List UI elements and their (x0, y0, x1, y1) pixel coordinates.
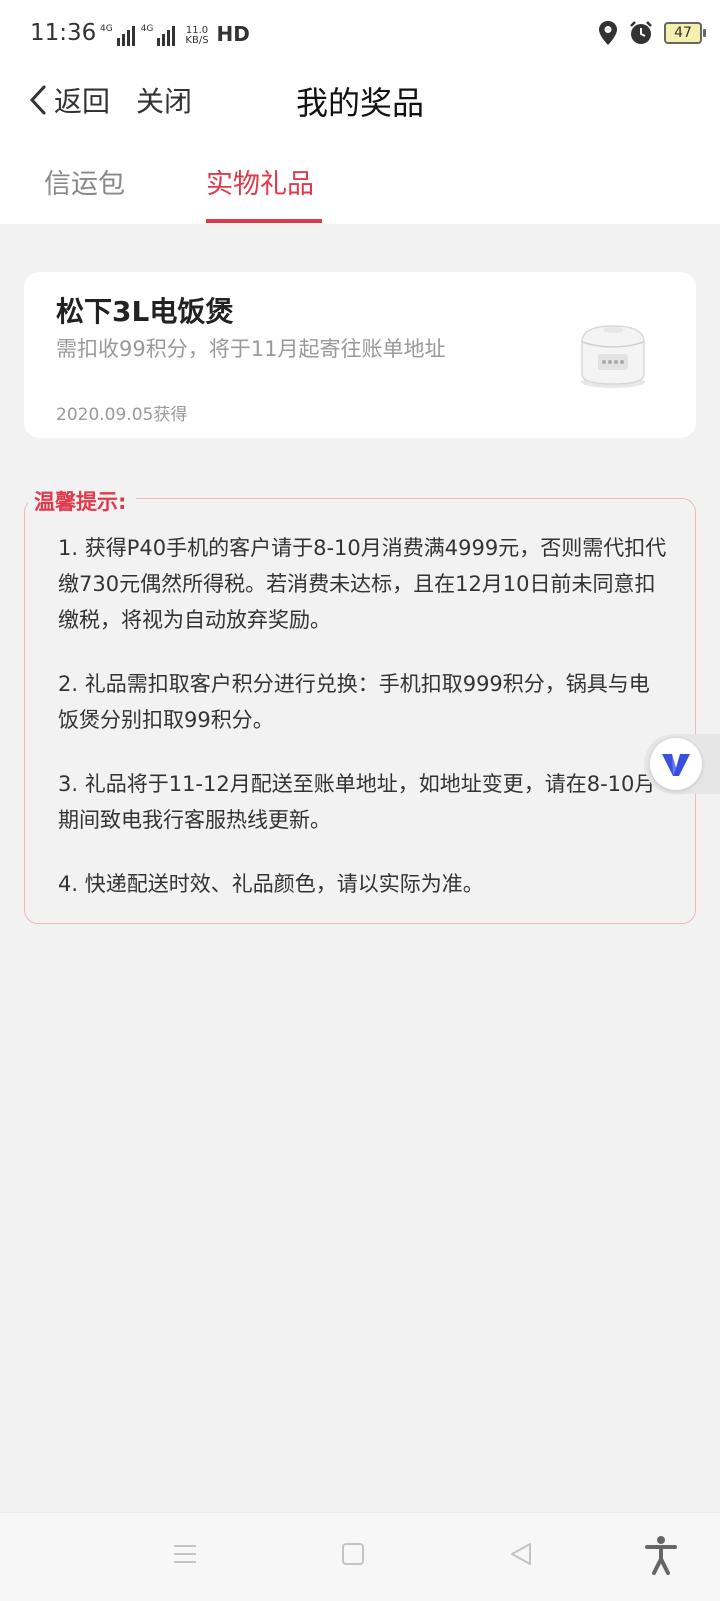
signal-icon-2: 4G (141, 24, 176, 46)
prize-date: 2020.09.05获得 (56, 405, 188, 425)
notice-item-1: 1. 获得P40手机的客户请于8-10月消费满4999元，否则需代扣代缴730元… (58, 536, 667, 632)
signal-icon: 4G (100, 24, 135, 46)
tab-bar: 信运包 实物礼品 (0, 152, 720, 224)
assistant-logo-icon (650, 738, 702, 790)
location-icon (599, 21, 617, 45)
active-tab-indicator (206, 219, 322, 223)
prize-name: 松下3L电饭煲 (56, 295, 234, 328)
net-speed-unit: KB/S (185, 35, 209, 46)
prize-card[interactable]: 松下3L电饭煲 需扣收99积分，将于11月起寄往账单地址 2020.09.05获… (24, 272, 696, 438)
tab-xinyunbao[interactable]: 信运包 (44, 162, 125, 201)
tab-physical-gifts[interactable]: 实物礼品 (206, 162, 314, 201)
notice-body: 1. 获得P40手机的客户请于8-10月消费满4999元，否则需代扣代缴730元… (58, 530, 668, 930)
back-triangle-icon[interactable] (508, 1541, 534, 1567)
notice-item-2: 2. 礼品需扣取客户积分进行兑换：手机扣取999积分，锅具与电饭煲分别扣取99积… (58, 672, 650, 732)
floating-assistant-button[interactable] (644, 734, 720, 794)
battery-icon: 47 (664, 22, 706, 44)
alarm-icon (630, 21, 652, 44)
menu-icon[interactable] (172, 1541, 198, 1567)
network-indicators: 4G 4G 11.0 KB/S HD (100, 22, 250, 46)
navigation-bar: 返回 关闭 我的奖品 (0, 72, 720, 152)
status-right-icons: 47 (598, 20, 706, 46)
notice-item-4: 4. 快递配送时效、礼品颜色，请以实际为准。 (58, 872, 484, 896)
page-title: 我的奖品 (295, 84, 424, 122)
status-bar: 11:36 4G 4G 11.0 KB/S HD 47 (0, 0, 720, 72)
notice-title: 温馨提示: (28, 486, 137, 516)
net-speed: 11.0 KB/S (185, 26, 208, 46)
accessibility-icon[interactable] (644, 1535, 678, 1575)
hd-indicator: HD (216, 22, 250, 46)
notice-item-3: 3. 礼品将于11-12月配送至账单地址，如地址变更，请在8-10月期间致电我行… (58, 772, 656, 832)
system-navigation-bar (0, 1512, 720, 1601)
network-type-1: 4G (100, 24, 113, 34)
prize-description: 需扣收99积分，将于11月起寄往账单地址 (56, 337, 446, 361)
status-time: 11:36 (30, 20, 97, 46)
home-icon[interactable] (340, 1541, 366, 1567)
network-type-2: 4G (140, 24, 154, 34)
rice-cooker-image (581, 325, 645, 388)
